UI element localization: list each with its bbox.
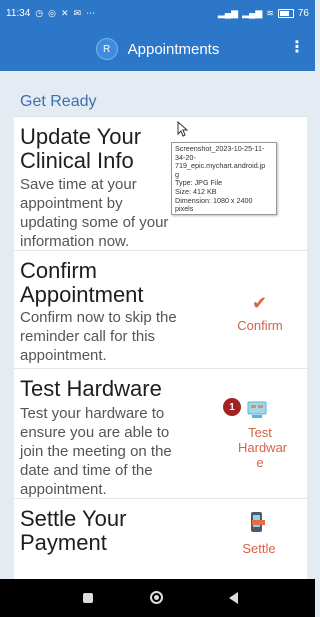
settle-button[interactable]: Settle xyxy=(232,541,286,556)
card-desc-line: date and time of the xyxy=(20,462,153,479)
card-description: Test your hardware to ensure you are abl… xyxy=(20,404,172,499)
card-confirm-appointment[interactable]: Confirm Appointment Confirm now to skip … xyxy=(14,250,307,369)
card-desc-line: reminder call for this xyxy=(20,328,156,345)
card-title-line: Clinical Info xyxy=(20,148,134,173)
card-title-line: Payment xyxy=(20,530,107,555)
card-desc-line: Confirm now to skip the xyxy=(20,309,177,326)
card-desc-line: appointment. xyxy=(20,481,107,498)
tooltip-line: pixels xyxy=(175,204,194,214)
action-label-line: Hardwar xyxy=(238,440,288,455)
card-title-line: Appointment xyxy=(20,282,144,307)
alarm-icon: ◷ xyxy=(35,8,44,18)
whatsapp-icon: ◎ xyxy=(48,8,57,18)
file-info-tooltip: Screenshot_2023-10-25-11- 34-20- 719_epi… xyxy=(171,142,277,215)
recent-apps-icon[interactable] xyxy=(83,593,93,603)
page-title: Appointments xyxy=(127,40,220,58)
card-desc-line: join the meeting on the xyxy=(20,443,172,460)
card-title-line: Update Your xyxy=(20,124,142,149)
computer-icon[interactable] xyxy=(246,401,268,424)
signal-icon-2: ▂▄▆ xyxy=(242,8,263,18)
battery-icon xyxy=(277,9,294,18)
message-icon: ✉ xyxy=(73,8,82,18)
card-title-line: Confirm xyxy=(20,258,98,283)
phone-payment-icon[interactable] xyxy=(249,511,265,538)
status-time: 11:34 xyxy=(6,8,31,19)
status-right: ▂▄▆ ▂▄▆ ≋ 76 xyxy=(218,8,309,19)
battery-level: 76 xyxy=(297,8,309,19)
card-desc-line: updating some of your xyxy=(20,214,169,231)
more-icon: ⋯ xyxy=(86,8,96,18)
test-hardware-button[interactable]: Test Hardwar e xyxy=(238,425,288,470)
navigation-bar xyxy=(0,579,315,617)
home-icon[interactable] xyxy=(150,591,163,604)
back-icon[interactable] xyxy=(229,592,238,604)
card-desc-line: Save time at your xyxy=(20,176,137,193)
card-description: Save time at your appointment by updatin… xyxy=(20,175,168,251)
card-title: Settle Your Payment xyxy=(20,507,126,555)
signal-icon: ▂▄▆ xyxy=(217,8,239,18)
x-icon: ✕ xyxy=(61,8,69,18)
status-bar: 11:34 ◷ ◎ ✕ ✉ ⋯ ▂▄▆ ▂▄▆ ≋ 76 xyxy=(0,0,315,27)
card-desc-line: information now. xyxy=(20,233,130,250)
checkmark-icon[interactable]: ✔ xyxy=(252,293,267,314)
action-label-line: e xyxy=(256,455,264,470)
notification-badge: 1 xyxy=(223,398,241,416)
card-title: Test Hardware xyxy=(20,376,162,401)
card-desc-line: appointment by xyxy=(20,195,123,212)
card-title-line: Settle Your xyxy=(20,506,127,531)
action-label-line: Test xyxy=(248,425,272,440)
card-settle-payment[interactable]: Settle Your Payment Settle xyxy=(14,498,307,579)
card-title: Confirm Appointment xyxy=(20,259,144,307)
confirm-button[interactable]: Confirm xyxy=(232,318,288,333)
card-desc-line: ensure you are able to xyxy=(20,424,170,441)
status-left: 11:34 ◷ ◎ ✕ ✉ ⋯ xyxy=(6,8,95,19)
section-title: Get Ready xyxy=(20,93,97,110)
card-title: Update Your Clinical Info xyxy=(20,125,141,173)
wifi-icon: ≋ xyxy=(266,8,274,18)
app-bar: R Appointments ⋮ xyxy=(0,27,315,71)
card-test-hardware[interactable]: Test Hardware Test your hardware to ensu… xyxy=(14,368,307,499)
card-desc-line: appointment. xyxy=(20,347,107,364)
tooltip-line: 719_epic.mychart.android.jp xyxy=(175,161,266,171)
vertical-dots-icon[interactable]: ⋮ xyxy=(289,40,305,56)
card-description: Confirm now to skip the reminder call fo… xyxy=(20,308,177,365)
avatar[interactable]: R xyxy=(95,38,118,60)
card-desc-line: Test your hardware to xyxy=(20,405,165,422)
mouse-cursor-icon xyxy=(177,120,189,142)
